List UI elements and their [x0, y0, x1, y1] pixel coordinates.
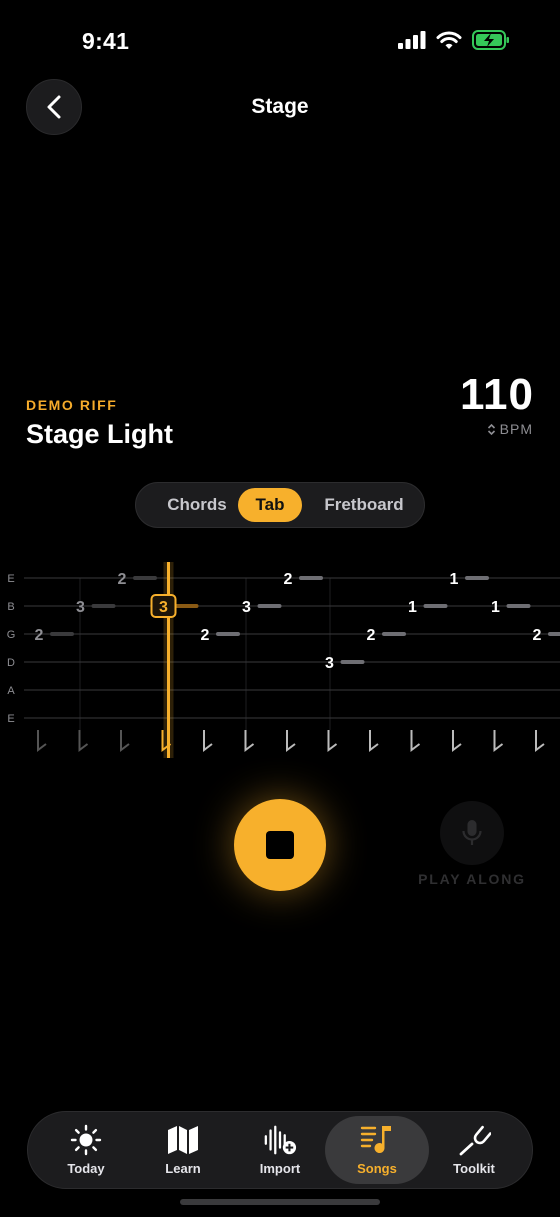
- page-title: Stage: [251, 95, 309, 118]
- status-time: 9:41: [82, 28, 130, 54]
- rhythm-stem: [493, 730, 504, 752]
- rhythm-stem: [327, 730, 338, 752]
- note-sustain: [506, 604, 531, 608]
- note-sustain: [340, 660, 365, 664]
- tab-staff: E B G D A E 2 3 2 3 2 3 2 3 2 1 1 1 2: [0, 560, 560, 760]
- rhythm-stem: [452, 730, 462, 752]
- rhythm-stem: [37, 730, 47, 752]
- note-fret: 2: [35, 627, 44, 644]
- tab-learn[interactable]: Learn: [131, 1116, 235, 1184]
- tab-toolkit[interactable]: Toolkit: [422, 1116, 526, 1184]
- note-fret: 2: [284, 571, 293, 588]
- note-sustain: [299, 576, 323, 580]
- note-sustain: [50, 632, 74, 636]
- cellular-signal-icon: [398, 31, 426, 49]
- chevron-up-down-icon: [487, 423, 495, 435]
- home-indicator: [180, 1199, 380, 1205]
- note-sustain: [257, 604, 282, 608]
- note-sustain: [465, 576, 489, 580]
- note-fret: 2: [201, 627, 210, 644]
- bottom-tab-bar: Today Learn Import Songs Toolkit: [27, 1111, 533, 1189]
- note-fret: 3: [242, 599, 251, 616]
- play-along-label: PLAY ALONG: [418, 871, 526, 887]
- tab-label-import: Import: [259, 1160, 301, 1176]
- string-label: D: [7, 657, 15, 669]
- tab-label-songs: Songs: [357, 1160, 397, 1176]
- rhythm-stem: [120, 730, 130, 752]
- note-fret: 3: [159, 599, 168, 616]
- note-sustain: [174, 604, 199, 608]
- string-label: E: [7, 713, 14, 725]
- music-note-list-icon: [360, 1125, 391, 1153]
- stop-icon: [266, 831, 294, 859]
- bpm-value[interactable]: 110: [460, 370, 534, 420]
- status-bar: 9:41: [0, 0, 560, 80]
- tab-staff-graphic: E B G D A E 2 3 2 3 2 3 2 3 2 1 1 1 2: [7, 562, 560, 758]
- waveform-plus-icon: [264, 1125, 297, 1154]
- battery-charging-icon: [472, 30, 509, 50]
- note-fret: 2: [118, 571, 127, 588]
- rhythm-stem: [78, 730, 89, 752]
- string-label: G: [7, 629, 16, 641]
- string-label: E: [7, 573, 14, 585]
- segment-tab[interactable]: Tab: [238, 488, 302, 522]
- view-mode-segmented-control: Chords Tab Fretboard: [135, 482, 425, 528]
- microphone-icon: [462, 820, 482, 845]
- segment-chords[interactable]: Chords: [146, 488, 248, 522]
- play-along-mic-button[interactable]: [440, 801, 504, 865]
- rhythm-stem: [535, 730, 545, 752]
- note-sustain: [216, 632, 240, 636]
- bpm-label: BPM: [499, 421, 533, 437]
- status-icons: [398, 30, 510, 50]
- tab-today[interactable]: Today: [34, 1116, 138, 1184]
- note-sustain: [91, 604, 116, 608]
- rhythm-stem: [410, 730, 421, 752]
- note-sustain: [548, 632, 560, 636]
- note-fret: 1: [450, 571, 459, 588]
- tab-songs[interactable]: Songs: [325, 1116, 429, 1184]
- rhythm-stem: [203, 730, 213, 752]
- stop-button[interactable]: [234, 799, 326, 891]
- song-kicker: DEMO RIFF: [26, 397, 118, 413]
- sun-icon: [70, 1124, 102, 1155]
- tab-label-toolkit: Toolkit: [453, 1160, 495, 1176]
- rhythm-stem: [286, 730, 296, 752]
- note-fret: 2: [533, 627, 542, 644]
- tab-label-today: Today: [67, 1160, 105, 1176]
- note-sustain: [423, 604, 448, 608]
- segment-fretboard[interactable]: Fretboard: [312, 488, 416, 522]
- note-fret: 1: [408, 599, 417, 616]
- tuning-fork-icon: [459, 1125, 491, 1155]
- song-title: Stage Light: [26, 419, 173, 449]
- note-fret: 2: [367, 627, 376, 644]
- map-icon: [168, 1125, 198, 1154]
- tab-import[interactable]: Import: [228, 1116, 332, 1184]
- bpm-stepper[interactable]: BPM: [487, 421, 533, 437]
- note-sustain: [133, 576, 157, 580]
- rhythm-stem: [244, 730, 255, 752]
- tab-label-learn: Learn: [165, 1160, 201, 1176]
- note-fret: 1: [491, 599, 500, 616]
- note-fret: 3: [76, 599, 85, 616]
- note-sustain: [382, 632, 406, 636]
- string-label: A: [7, 685, 15, 697]
- note-fret: 3: [325, 655, 334, 672]
- rhythm-stem: [369, 730, 379, 752]
- wifi-icon: [436, 31, 462, 49]
- string-label: B: [7, 601, 14, 613]
